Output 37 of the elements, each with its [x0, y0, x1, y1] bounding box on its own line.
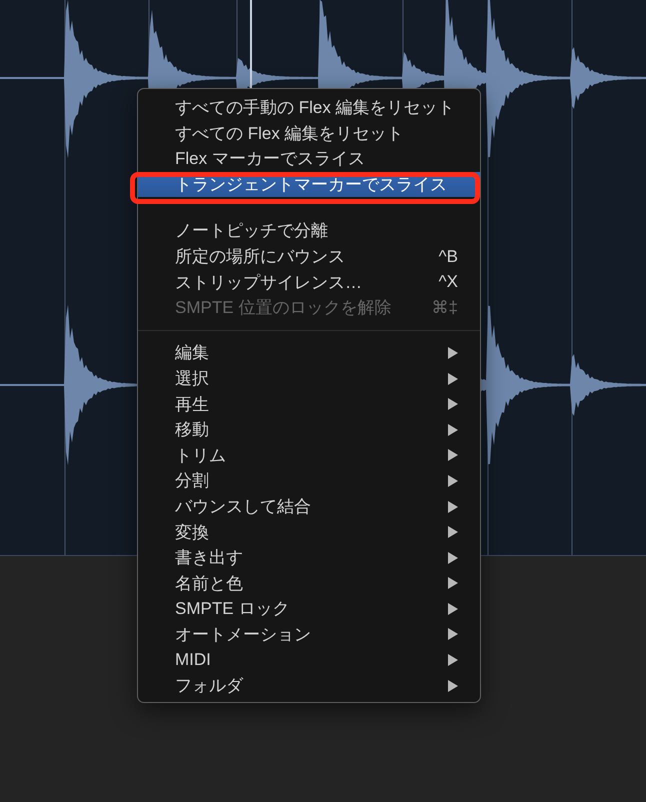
- menu-item[interactable]: 書き出す: [138, 544, 480, 570]
- menu-item[interactable]: SMPTE ロック: [138, 596, 480, 622]
- submenu-arrow-icon: [448, 346, 458, 359]
- submenu-arrow-icon: [448, 449, 458, 462]
- menu-item[interactable]: Flex マーカーでスライス: [138, 146, 480, 172]
- menu-item[interactable]: 選択: [138, 366, 480, 392]
- submenu-arrow-icon: [448, 602, 458, 615]
- menu-item[interactable]: 名前と色: [138, 570, 480, 596]
- menu-item[interactable]: 編集: [138, 340, 480, 366]
- shortcut-label: ^B: [438, 246, 458, 267]
- menu-item[interactable]: ノートピッチで分離: [138, 218, 480, 244]
- menu-item[interactable]: すべての Flex 編集をリセット: [138, 120, 480, 146]
- menu-item[interactable]: オートメーション: [138, 622, 480, 648]
- menu-item[interactable]: すべての手動の Flex 編集をリセット: [138, 95, 480, 121]
- menu-item[interactable]: 再生: [138, 391, 480, 417]
- menu-item[interactable]: フォルダ: [138, 672, 480, 698]
- submenu-arrow-icon: [448, 577, 458, 590]
- submenu-arrow-icon: [448, 398, 458, 410]
- menu-item[interactable]: ストリップサイレンス… ^X: [138, 269, 480, 295]
- menu-item[interactable]: 所定の場所にバウンス ^B: [138, 244, 480, 270]
- menu-item[interactable]: MIDI: [138, 647, 480, 673]
- submenu-arrow-icon: [448, 372, 458, 385]
- submenu-arrow-icon: [448, 474, 458, 487]
- menu-item[interactable]: 移動: [138, 416, 480, 443]
- menu-item[interactable]: トリム: [138, 442, 480, 468]
- submenu-arrow-icon: [448, 424, 458, 436]
- submenu-arrow-icon: [448, 526, 458, 538]
- shortcut-label: ^X: [438, 272, 458, 292]
- menu-item[interactable]: 分割: [138, 468, 480, 494]
- submenu-arrow-icon: [448, 654, 458, 666]
- menu-item[interactable]: 変換: [138, 519, 480, 545]
- submenu-arrow-icon: [448, 628, 458, 640]
- submenu-arrow-icon: [448, 680, 458, 692]
- submenu-arrow-icon: [448, 500, 458, 512]
- shortcut-label: ⌘‡: [432, 297, 458, 318]
- menu-item[interactable]: バウンスして結合: [138, 494, 480, 520]
- submenu-arrow-icon: [448, 552, 458, 564]
